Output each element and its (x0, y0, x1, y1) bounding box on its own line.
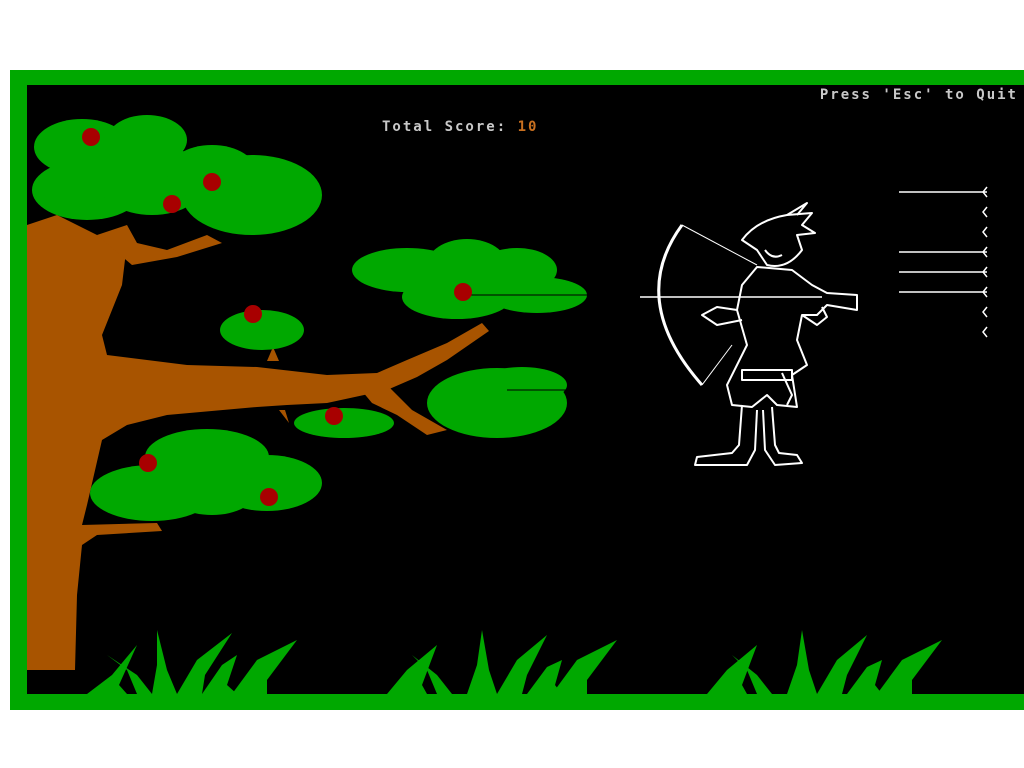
arrow-icon (982, 226, 988, 238)
apple-icon[interactable] (82, 128, 100, 146)
arrow-icon (982, 206, 988, 218)
score-value: 10 (517, 119, 539, 135)
quit-hint: Press 'Esc' to Quit (819, 87, 1018, 103)
apple-icon[interactable] (139, 454, 157, 472)
bow-string (701, 344, 733, 386)
quiver (899, 186, 988, 338)
score-display: Total Score: 10 (382, 119, 538, 135)
apple-icon[interactable] (454, 283, 472, 301)
arrow-icon (899, 266, 988, 278)
arrow-icon (899, 246, 988, 258)
apple-icon[interactable] (260, 488, 278, 506)
score-label: Total Score: (382, 119, 508, 135)
game-frame: Press 'Esc' to Quit Total Score: 10 (10, 70, 1024, 710)
bow-icon (657, 224, 704, 386)
arrow-icon (899, 286, 988, 298)
bow-string (681, 224, 758, 266)
arrow-icon (982, 326, 988, 338)
apple-icon[interactable] (163, 195, 181, 213)
apple-icon[interactable] (325, 407, 343, 425)
scene (27, 115, 988, 694)
apple-icon[interactable] (203, 173, 221, 191)
leaves (32, 115, 587, 521)
arrow-icon (899, 186, 988, 198)
archer-icon (640, 202, 858, 466)
apple-icon[interactable] (244, 305, 262, 323)
playfield[interactable]: Press 'Esc' to Quit Total Score: 10 (27, 85, 1024, 694)
arrow-icon (982, 306, 988, 318)
tree-icon (27, 115, 592, 670)
grass-icon (87, 630, 942, 694)
